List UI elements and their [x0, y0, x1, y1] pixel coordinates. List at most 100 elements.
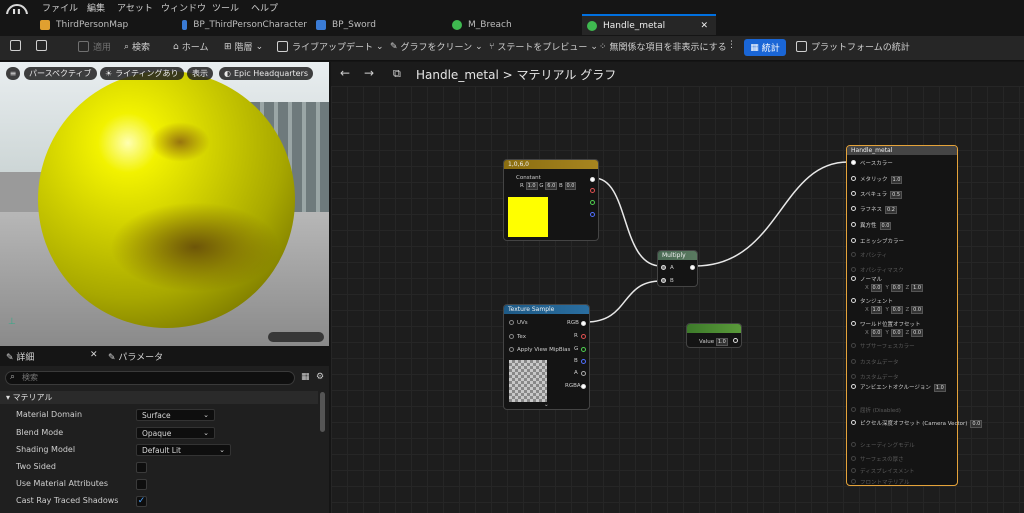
details-search-input[interactable]: 検索	[5, 371, 295, 385]
preview-state-button[interactable]: ⑂ ステートをプレビュー ⌄	[489, 40, 598, 54]
preview-viewport[interactable]: ⊥	[0, 62, 329, 346]
tab-bp-thirdpersoncharacter[interactable]: BP_ThirdPersonCharacter	[182, 14, 307, 35]
output-pin-b[interactable]	[590, 212, 595, 217]
lighting-button[interactable]: ☀ ライティングあり	[100, 67, 184, 80]
input-pin[interactable]	[851, 343, 856, 348]
input-pin[interactable]	[851, 252, 856, 257]
tab-bp-sword[interactable]: BP_Sword	[316, 14, 436, 35]
cast-ray-traced-shadows-checkbox[interactable]: ✓	[136, 496, 147, 507]
hide-unrelated-button[interactable]: ⁘ 無関係な項目を非表示にする	[599, 40, 727, 54]
pin-value-input[interactable]: 1.0	[933, 384, 946, 392]
input-pin[interactable]	[851, 384, 856, 389]
input-pin[interactable]	[851, 206, 856, 211]
search-button[interactable]: ⌕ 検索	[124, 40, 150, 54]
hdri-button[interactable]: ◐ Epic Headquarters	[219, 67, 314, 80]
material-domain-dropdown[interactable]: Surface ⌄	[136, 409, 215, 421]
input-pin[interactable]	[851, 442, 856, 447]
input-pin[interactable]	[851, 407, 856, 412]
use-material-attributes-checkbox[interactable]	[136, 479, 147, 490]
gear-icon[interactable]: ⚙	[316, 372, 324, 382]
input-pin-a[interactable]	[661, 265, 666, 270]
back-arrow-icon[interactable]: ←	[340, 66, 350, 80]
tab-details[interactable]: ✎ 詳細	[6, 350, 34, 363]
menu-asset[interactable]: アセット	[117, 1, 153, 14]
vector-value-input[interactable]: 0.0	[911, 306, 924, 314]
vector-value-input[interactable]: 0.0	[890, 284, 903, 292]
shading-model-dropdown[interactable]: Default Lit ⌄	[136, 444, 231, 456]
more-options-icon[interactable]: ⋮	[727, 40, 736, 50]
texture-sample-node[interactable]: Texture Sample UVs Tex Apply View MipBia…	[503, 304, 590, 410]
pin-value-input[interactable]: 0.0	[879, 222, 892, 230]
input-pin[interactable]	[851, 359, 856, 364]
material-result-node[interactable]: Handle_metal ベースカラー メタリック 1.0 スペキュラ 0.5 ラフネス 0…	[846, 145, 983, 486]
vector-value-input[interactable]: 0.0	[890, 329, 903, 337]
pin-value-input[interactable]: 0.2	[885, 206, 897, 214]
details-scrollbar[interactable]	[320, 392, 325, 432]
vector-value-input[interactable]: 1.0	[870, 306, 883, 314]
menu-tools[interactable]: ツール	[212, 1, 239, 14]
apply-button[interactable]: 適用	[78, 40, 111, 53]
menu-window[interactable]: ウィンドウ	[161, 1, 206, 14]
platform-stats-button[interactable]: プラットフォームの統計	[796, 40, 910, 53]
input-pin[interactable]	[851, 468, 856, 473]
material-section-header[interactable]: ▾ マテリアル	[0, 391, 318, 404]
scalar-constant-node[interactable]: Value 1.0	[686, 323, 742, 348]
tab-thirdpersonmap[interactable]: ThirdPersonMap	[40, 14, 170, 35]
vector-value-input[interactable]: 0.0	[911, 329, 924, 337]
chevron-down-icon[interactable]: ⌄	[544, 402, 549, 408]
close-icon[interactable]: ✕	[90, 350, 98, 360]
input-pin[interactable]	[851, 479, 856, 484]
viewport-menu-icon[interactable]: ≡	[6, 67, 20, 80]
output-pin-g[interactable]	[581, 347, 586, 352]
output-pin-b[interactable]	[581, 359, 586, 364]
show-button[interactable]: 表示	[187, 67, 213, 80]
forward-arrow-icon[interactable]: →	[364, 66, 374, 80]
hierarchy-button[interactable]: ⊞ 階層 ⌄	[224, 40, 263, 54]
close-icon[interactable]: ✕	[700, 21, 708, 31]
input-pin-mipbias[interactable]	[509, 347, 514, 352]
output-pin-r[interactable]	[590, 188, 595, 193]
output-pin[interactable]	[690, 265, 695, 270]
home-button[interactable]: ⌂ ホーム	[173, 40, 208, 54]
input-pin[interactable]	[851, 176, 856, 181]
input-pin[interactable]	[851, 276, 856, 281]
input-pin[interactable]	[851, 267, 856, 272]
output-pin-rgb[interactable]	[581, 321, 586, 326]
perspective-button[interactable]: パースペクティブ	[24, 67, 97, 80]
menu-file[interactable]: ファイル	[42, 1, 78, 14]
preview-mesh-selector[interactable]	[268, 332, 324, 342]
clean-graph-button[interactable]: ✎ グラフをクリーン ⌄	[390, 40, 483, 54]
input-pin[interactable]	[851, 321, 856, 326]
input-pin[interactable]	[851, 238, 856, 243]
input-pin[interactable]	[851, 298, 856, 303]
value-input[interactable]: 1.0	[715, 338, 728, 346]
g-value[interactable]: 6.0	[545, 182, 558, 190]
input-pin-b[interactable]	[661, 278, 666, 283]
r-value[interactable]: 1.0	[525, 182, 538, 190]
input-pin[interactable]	[851, 222, 856, 227]
output-pin[interactable]	[733, 338, 738, 343]
input-pin-tex[interactable]	[509, 334, 514, 339]
menu-help[interactable]: ヘルプ	[251, 1, 278, 14]
input-pin[interactable]	[851, 420, 856, 425]
tab-handle-metal[interactable]: Handle_metal ✕	[582, 14, 716, 35]
input-pin[interactable]	[851, 374, 856, 379]
input-pin[interactable]	[851, 456, 856, 461]
vector-value-input[interactable]: 1.0	[911, 284, 924, 292]
constant3-node[interactable]: 1,0,6,0 Constant R 1.0 G 6.0 B 0.0	[503, 159, 599, 241]
pin-value-input[interactable]: 0.0	[970, 420, 983, 428]
output-pin[interactable]	[590, 177, 595, 182]
input-pin[interactable]	[851, 191, 856, 196]
two-sided-checkbox[interactable]	[136, 462, 147, 473]
output-pin-a[interactable]	[581, 371, 586, 376]
tab-parameters[interactable]: ✎ パラメータ	[108, 350, 163, 363]
vector-value-input[interactable]: 0.0	[870, 284, 883, 292]
multiply-node[interactable]: Multiply A B	[657, 250, 698, 287]
stats-button[interactable]: ▦ 統計	[744, 39, 786, 56]
pin-value-input[interactable]: 0.5	[890, 191, 903, 199]
output-pin-r[interactable]	[581, 334, 586, 339]
input-pin-uvs[interactable]	[509, 320, 514, 325]
vector-value-input[interactable]: 0.0	[870, 329, 883, 337]
pin-value-input[interactable]: 1.0	[890, 176, 903, 184]
vector-value-input[interactable]: 0.0	[890, 306, 903, 314]
